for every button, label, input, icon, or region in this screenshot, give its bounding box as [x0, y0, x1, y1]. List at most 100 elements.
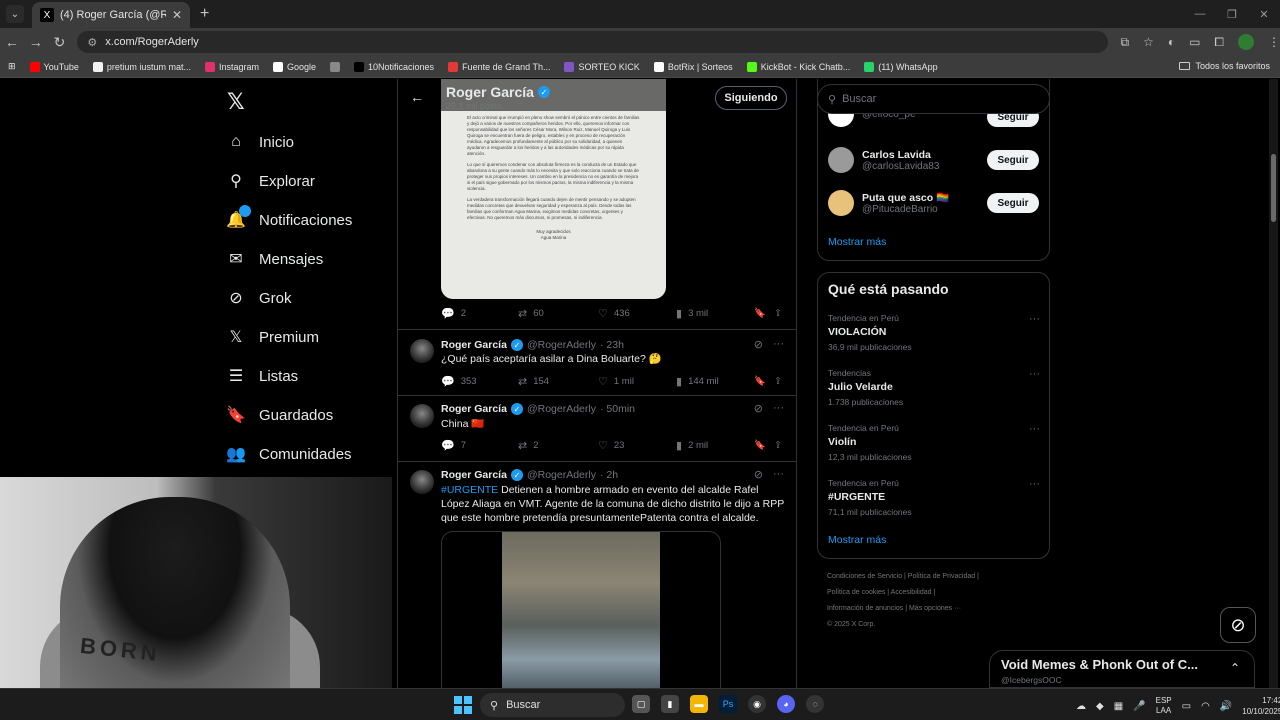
reply-button[interactable]: 💬 7	[441, 439, 518, 452]
close-window-icon[interactable]: ✕	[1248, 8, 1280, 21]
language-indicator[interactable]: ESP LAA	[1156, 696, 1172, 716]
footer-line[interactable]: Información de anuncios | Más opciones ·…	[827, 601, 1047, 617]
bookmark-item[interactable]: Google	[272, 61, 316, 72]
avatar[interactable]	[828, 147, 854, 173]
more-icon[interactable]: ···	[773, 338, 784, 351]
back-icon[interactable]: ←	[0, 34, 24, 50]
network-icon[interactable]: ▦	[1114, 701, 1123, 712]
back-arrow-icon[interactable]: ←	[410, 89, 424, 105]
bookmark-item[interactable]: YouTube	[29, 61, 79, 72]
nav-item-grok[interactable]: ⊘ Grok	[227, 284, 291, 312]
taskbar-search[interactable]: ⚲ Buscar	[480, 693, 625, 717]
forward-icon[interactable]: →	[24, 34, 48, 50]
trend-item[interactable]: Tendencia en Perú Violín 12,3 mil publicac…	[828, 423, 1040, 462]
volume-icon[interactable]: 🔊	[1220, 701, 1232, 712]
cloud-icon[interactable]: ☁	[1076, 701, 1086, 712]
like-button[interactable]: ♡ 23	[598, 439, 676, 452]
trend-item[interactable]: Tendencias Julio Velarde 1.738 publicacion…	[828, 368, 1040, 407]
maximize-icon[interactable]: ❐	[1216, 8, 1248, 21]
bookmark-item[interactable]: (11) WhatsApp	[864, 61, 938, 72]
bookmark-post-icon[interactable]: 🔖	[754, 307, 774, 320]
tweet[interactable]: Roger García ✓ @RogerAderly · 50min ⊘ ··…	[398, 396, 796, 461]
trend-item[interactable]: Tendencia en Perú #URGENTE 71,1 mil public…	[828, 478, 1040, 517]
wifi-icon[interactable]: ◠	[1201, 701, 1210, 712]
install-app-icon[interactable]: ⧉	[1120, 35, 1129, 50]
more-icon[interactable]: ···	[1029, 313, 1040, 325]
extension-icon[interactable]: ◐	[1168, 35, 1175, 49]
clock[interactable]: 17:42 10/10/2025	[1242, 695, 1280, 717]
repost-button[interactable]: ⇄ 60	[518, 307, 598, 320]
mic-icon[interactable]: 🎤	[1133, 701, 1145, 712]
bookmark-post-icon[interactable]: 🔖	[754, 439, 774, 452]
hashtag-link[interactable]: #URGENTE	[441, 484, 498, 496]
bookmark-item[interactable]: BotRix | Sorteos	[653, 61, 733, 72]
trends-show-more[interactable]: Mostrar más	[828, 534, 886, 546]
grok-icon[interactable]: ⊘	[754, 468, 763, 481]
more-icon[interactable]: ···	[1029, 423, 1040, 435]
bookmark-item[interactable]: 10Notificaciones	[354, 61, 434, 72]
monitor-icon[interactable]: ▭	[1182, 701, 1191, 712]
media-icon[interactable]: ▭	[1189, 35, 1200, 49]
bookmark-item[interactable]: KickBot - Kick Chatb...	[746, 61, 850, 72]
nav-item-notificaciones[interactable]: 🔔 Notificaciones	[226, 205, 352, 234]
more-icon[interactable]: ···	[773, 468, 784, 481]
minimize-icon[interactable]: —	[1184, 8, 1216, 20]
repost-button[interactable]: ⇄ 2	[518, 439, 598, 452]
avatar[interactable]	[828, 190, 854, 216]
scrollbar-thumb[interactable]	[1271, 154, 1276, 222]
nav-item-comunidades[interactable]: 👥 Comunidades	[226, 440, 352, 468]
profile-avatar[interactable]	[1238, 34, 1255, 50]
nav-item-listas[interactable]: ☰ Listas	[227, 362, 298, 390]
nav-item-premium[interactable]: 𝕏 Premium	[227, 323, 319, 351]
apps-icon[interactable]: ⊞	[8, 61, 16, 72]
site-info-icon[interactable]: ⚙	[87, 36, 97, 49]
follow-button[interactable]: Seguir	[987, 150, 1039, 170]
task-view-icon[interactable]: ▢	[632, 695, 650, 713]
app-icon[interactable]: ◌	[806, 695, 824, 713]
photoshop-icon[interactable]: Ps	[719, 695, 737, 713]
puzzle-icon[interactable]: ⧠	[1214, 35, 1224, 50]
search-input[interactable]: ⚲ Buscar	[817, 84, 1050, 114]
bookmark-item[interactable]: Instagram	[204, 61, 259, 72]
avatar[interactable]	[410, 404, 434, 428]
like-button[interactable]: ♡ 1 mil	[598, 375, 676, 388]
close-tab-icon[interactable]: ✕	[172, 8, 182, 22]
views-button[interactable]: ▮ 2 mil	[676, 439, 754, 452]
nav-item-guardados[interactable]: 🔖 Guardados	[226, 401, 333, 429]
reply-button[interactable]: 💬 353	[441, 375, 518, 388]
show-more-link[interactable]: Mostrar más	[828, 236, 886, 248]
like-button[interactable]: ♡ 436	[598, 307, 676, 320]
star-icon[interactable]: ☆	[1143, 35, 1154, 49]
more-icon[interactable]: ···	[1029, 368, 1040, 380]
new-tab-icon[interactable]: +	[200, 5, 209, 23]
repost-button[interactable]: ⇄ 154	[518, 375, 598, 388]
bookmark-item[interactable]: pretium iustum mat...	[92, 61, 191, 72]
follow-button[interactable]: Seguir	[987, 193, 1039, 213]
more-icon[interactable]: ···	[1029, 478, 1040, 490]
avatar[interactable]	[410, 339, 434, 363]
share-icon[interactable]: ⇪	[774, 307, 782, 320]
nav-item-inicio[interactable]: ⌂ Inicio	[227, 128, 294, 156]
tab-active[interactable]: X (4) Roger García (@RogerAderly ✕	[32, 2, 190, 28]
views-button[interactable]: ▮ 144 mil	[676, 375, 754, 388]
footer-line[interactable]: Política de cookies | Accesibilidad |	[827, 585, 1047, 601]
share-icon[interactable]: ⇪	[774, 439, 782, 452]
file-explorer-icon[interactable]: ▬	[690, 695, 708, 713]
messages-drawer[interactable]: Void Memes & Phonk Out of C... @Icebergs…	[989, 650, 1255, 688]
url-field[interactable]: ⚙ x.com/RogerAderly	[77, 31, 1109, 53]
bookmark-item[interactable]: SORTEO KICK	[564, 61, 640, 72]
nav-item-explorar[interactable]: ⚲ Explorar	[227, 167, 315, 195]
chrome-icon[interactable]: ◉	[748, 695, 766, 713]
following-button[interactable]: Siguiendo	[715, 86, 787, 110]
x-logo-icon[interactable]: 𝕏	[227, 89, 245, 115]
security-icon[interactable]: ◆	[1096, 701, 1104, 712]
tab-search-icon[interactable]: ⌄	[6, 5, 24, 23]
discord-icon[interactable]: ◕	[777, 695, 795, 713]
bookmark-post-icon[interactable]: 🔖	[754, 375, 774, 388]
tweet[interactable]: Roger García ✓ @RogerAderly · 2h ⊘ ··· #…	[398, 462, 796, 688]
grok-icon[interactable]: ⊘	[754, 338, 763, 351]
grok-floating-button[interactable]: ⊘	[1220, 607, 1256, 643]
terminal-icon[interactable]: ▮	[661, 695, 679, 713]
views-button[interactable]: ▮ 3 mil	[676, 307, 754, 320]
all-bookmarks-button[interactable]: Todos los favoritos	[1179, 61, 1270, 71]
